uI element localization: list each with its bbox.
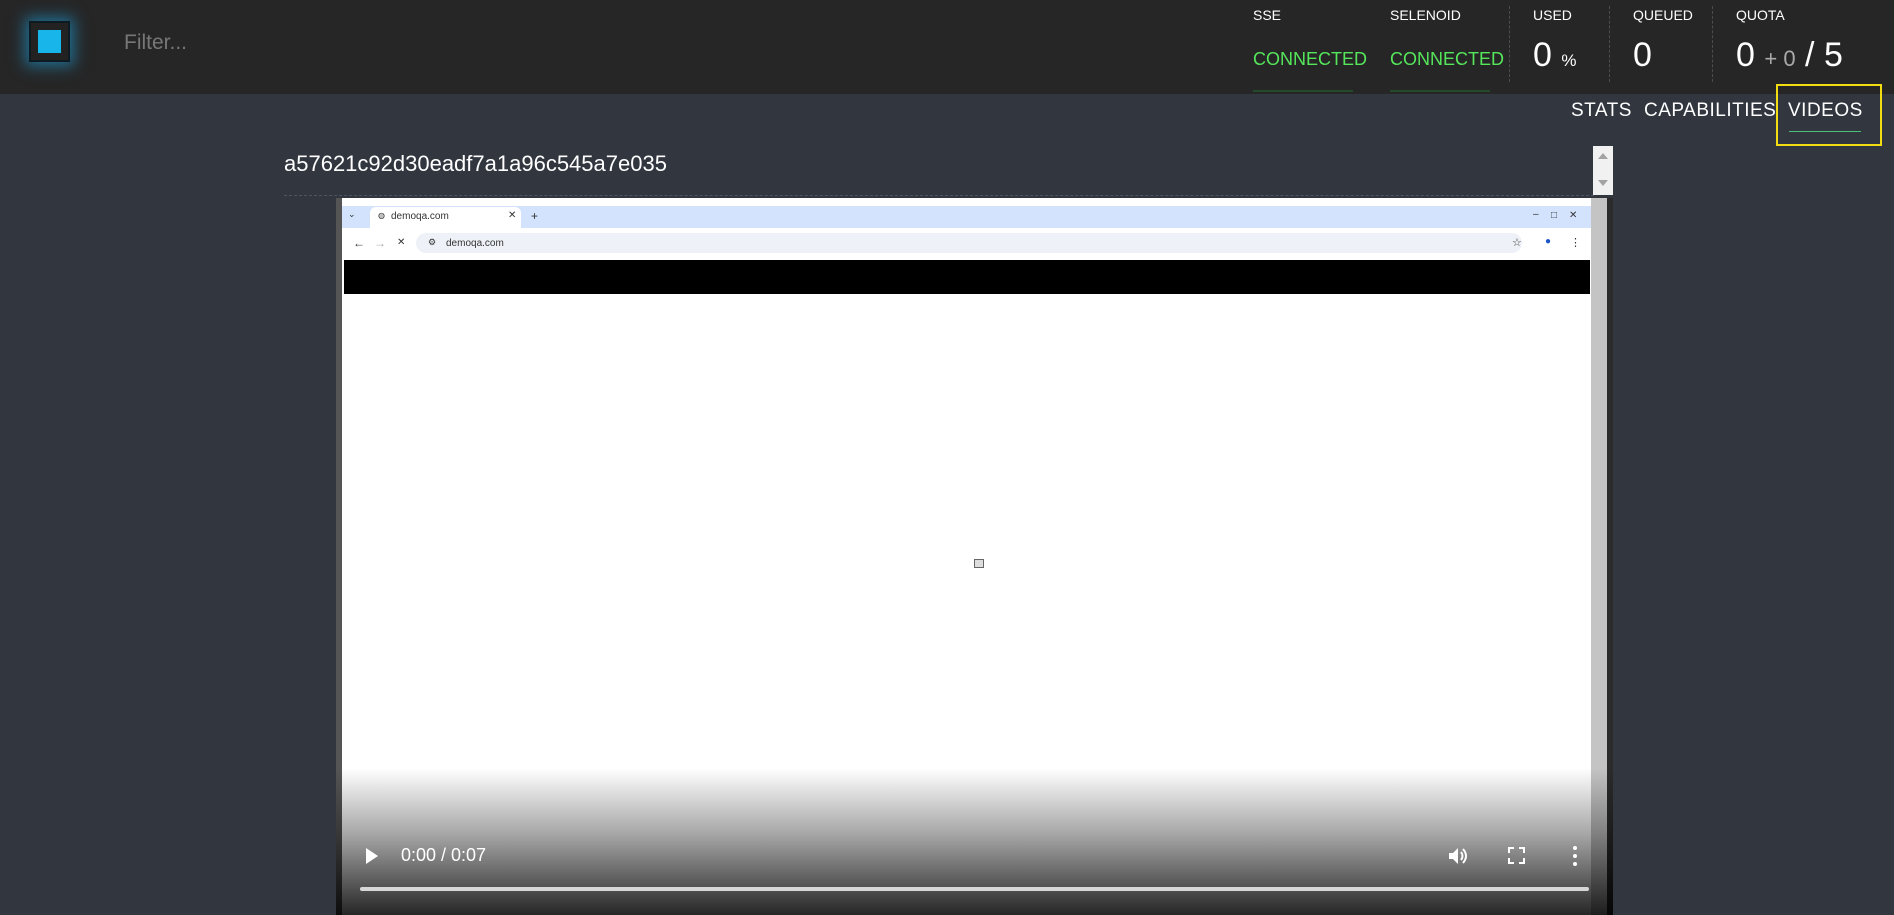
stat-quota-value: 0 + 0 / 5 xyxy=(1736,36,1843,75)
address-bar xyxy=(416,233,1522,253)
filter-input[interactable] xyxy=(110,22,438,64)
stat-sse: SSE CONNECTED xyxy=(1253,0,1367,94)
video-player[interactable]: ⌄ ◍ demoqa.com ✕ + – □ ✕ ← → ✕ ⚙ demoqa.… xyxy=(336,198,1613,915)
tab-capabilities[interactable]: CAPABILITIES xyxy=(1644,100,1776,122)
volume-icon[interactable] xyxy=(1448,846,1470,866)
logo-square-icon xyxy=(38,30,61,53)
stop-icon: ✕ xyxy=(397,237,406,248)
scroll-down-icon[interactable] xyxy=(1598,180,1608,186)
highlight-box xyxy=(1776,84,1882,146)
session-divider xyxy=(284,195,1594,196)
scrollbar[interactable] xyxy=(1593,146,1613,195)
minimize-icon: – xyxy=(1533,209,1539,220)
scroll-up-icon[interactable] xyxy=(1598,153,1608,159)
stat-quota-pending: + 0 xyxy=(1764,46,1796,71)
stat-quota-label: QUOTA xyxy=(1736,7,1785,23)
stat-used-number: 0 xyxy=(1533,36,1552,74)
stat-quota-total: 5 xyxy=(1823,36,1843,74)
forward-icon: → xyxy=(374,236,386,250)
window-close-icon: ✕ xyxy=(1569,210,1578,221)
browser-tabstrip xyxy=(342,206,1591,228)
stat-sse-value: CONNECTED xyxy=(1253,49,1368,69)
video-progress-bar[interactable] xyxy=(360,887,1589,891)
stat-queued: QUEUED 0 xyxy=(1633,0,1703,94)
stat-used-value: 0 % xyxy=(1533,36,1577,75)
divider xyxy=(1509,6,1510,82)
more-options-icon[interactable] xyxy=(1573,846,1577,866)
tab-list-chevron-icon: ⌄ xyxy=(348,209,356,219)
stat-queued-value: 0 xyxy=(1633,36,1652,74)
new-tab-icon: + xyxy=(531,209,539,223)
address-text: demoqa.com xyxy=(446,238,504,249)
back-icon: ← xyxy=(353,236,365,250)
divider xyxy=(1609,6,1610,82)
stat-selenoid: SELENOID CONNECTED xyxy=(1390,0,1505,94)
stat-selenoid-value: CONNECTED xyxy=(1390,49,1505,69)
browser-menu-icon: ⋮ xyxy=(1570,237,1581,249)
close-tab-icon: ✕ xyxy=(508,210,517,221)
session-id: a57621c92d30eadf7a1a96c545a7e035 xyxy=(284,151,667,176)
profile-icon: ● xyxy=(1545,236,1552,247)
stat-sse-underline xyxy=(1253,90,1353,92)
stat-queued-label: QUEUED xyxy=(1633,7,1693,23)
maximize-icon: □ xyxy=(1551,210,1558,221)
globe-icon: ◍ xyxy=(378,211,385,220)
stat-used: USED 0 % xyxy=(1533,0,1603,94)
broken-image-icon xyxy=(974,559,984,568)
stat-quota-used: 0 xyxy=(1736,36,1755,74)
divider xyxy=(1712,6,1713,82)
bookmark-star-icon: ☆ xyxy=(1512,237,1522,249)
stat-selenoid-label: SELENOID xyxy=(1390,7,1461,23)
page-header-bar xyxy=(344,260,1590,294)
video-controls-overlay xyxy=(336,768,1613,915)
top-header: SSE CONNECTED SELENOID CONNECTED USED 0 … xyxy=(0,0,1894,94)
stat-selenoid-underline xyxy=(1390,90,1490,92)
play-icon[interactable] xyxy=(366,848,378,864)
stat-sse-label: SSE xyxy=(1253,7,1282,23)
site-info-icon: ⚙ xyxy=(428,237,437,247)
stat-used-unit: % xyxy=(1561,51,1577,70)
stat-used-label: USED xyxy=(1533,7,1572,23)
browser-tab-title: demoqa.com xyxy=(391,211,449,222)
selenoid-logo[interactable] xyxy=(29,21,70,62)
stat-quota-separator: / xyxy=(1805,36,1815,74)
stat-quota: QUOTA 0 + 0 / 5 xyxy=(1736,0,1876,94)
fullscreen-icon[interactable] xyxy=(1508,847,1525,864)
tab-stats[interactable]: STATS xyxy=(1571,100,1632,122)
video-time: 0:00 / 0:07 xyxy=(401,845,487,865)
